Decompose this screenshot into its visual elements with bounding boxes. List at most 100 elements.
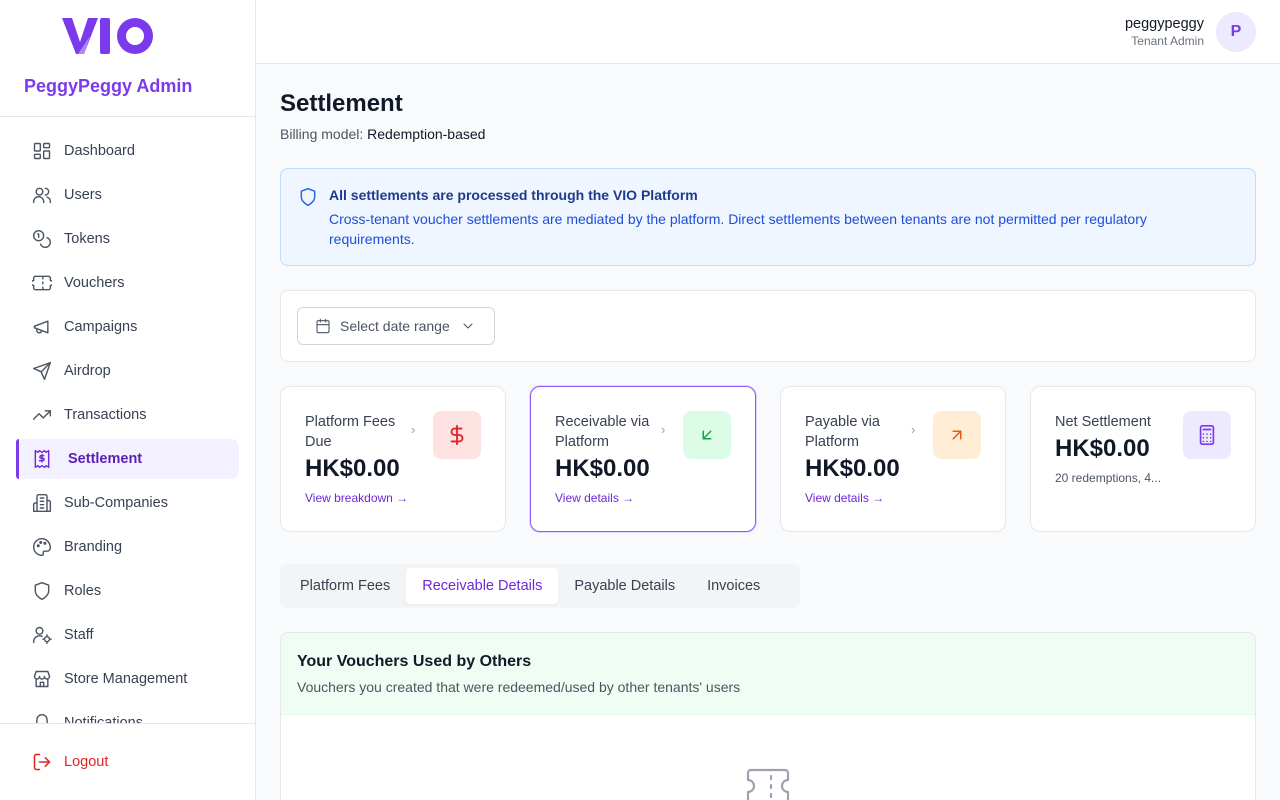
chevron-right-icon: › bbox=[911, 422, 916, 437]
tab-payable-details[interactable]: Payable Details bbox=[558, 568, 691, 604]
main-content: Settlement Billing model: Redemption-bas… bbox=[280, 64, 1256, 800]
date-range-picker[interactable]: Select date range bbox=[297, 307, 495, 345]
card-label: Platform Fees Due bbox=[305, 414, 396, 450]
sidebar-item-label: Store Management bbox=[64, 671, 188, 687]
calendar-icon bbox=[316, 318, 330, 334]
card-value: HK$0.00 bbox=[1055, 435, 1150, 462]
logout-label: Logout bbox=[64, 754, 109, 770]
tab-invoices[interactable]: Invoices bbox=[691, 568, 776, 604]
sidebar-footer: Logout bbox=[0, 723, 255, 800]
filter-bar: Select date range bbox=[280, 290, 1256, 362]
net-settlement-card: Net Settlement HK$0.00 20 redemptions, 4… bbox=[1030, 386, 1256, 532]
shield-icon bbox=[32, 581, 52, 601]
sidebar-item-label: Settlement bbox=[68, 451, 143, 467]
brand-header: PeggyPeggy Admin bbox=[0, 0, 255, 117]
billing-model: Billing model: Redemption-based bbox=[280, 126, 485, 142]
sidebar-item-sub-companies[interactable]: Sub-Companies bbox=[16, 483, 239, 523]
info-banner-title: All settlements are processed through th… bbox=[329, 187, 698, 203]
panel-subtitle: Vouchers you created that were redeemed/… bbox=[297, 679, 741, 695]
sidebar-item-label: Sub-Companies bbox=[64, 495, 168, 511]
card-label: Payable via Platform bbox=[805, 414, 880, 450]
sidebar-item-airdrop[interactable]: Airdrop bbox=[16, 351, 239, 391]
tab-receivable-details[interactable]: Receivable Details bbox=[406, 568, 559, 604]
sidebar-item-settlement[interactable]: Settlement bbox=[16, 439, 239, 479]
sidebar-item-transactions[interactable]: Transactions bbox=[16, 395, 239, 435]
sidebar-item-label: Campaigns bbox=[64, 319, 138, 335]
sidebar-item-label: Transactions bbox=[64, 407, 147, 423]
send-icon bbox=[32, 361, 52, 381]
sidebar-item-store-management[interactable]: Store Management bbox=[16, 659, 239, 699]
chevron-right-icon: › bbox=[411, 422, 416, 437]
chevron-down-icon bbox=[463, 323, 473, 329]
calculator-icon bbox=[1183, 411, 1231, 459]
sidebar-item-campaigns[interactable]: Campaigns bbox=[16, 307, 239, 347]
sidebar-item-label: Staff bbox=[64, 627, 94, 643]
user-name: peggypeggy bbox=[1124, 16, 1204, 32]
store-icon bbox=[32, 669, 52, 689]
topbar: peggypeggy Tenant Admin P bbox=[256, 0, 1280, 64]
billing-model-value: Redemption-based bbox=[367, 126, 486, 142]
receivable-card[interactable]: Receivable via Platform › HK$0.00 View d… bbox=[530, 386, 756, 532]
sidebar-item-vouchers[interactable]: Vouchers bbox=[16, 263, 239, 303]
view-details-link[interactable]: View details → bbox=[805, 491, 884, 505]
page-title: Settlement bbox=[280, 90, 403, 117]
users-icon bbox=[32, 185, 52, 205]
billing-model-label: Billing model: bbox=[280, 126, 364, 142]
sidebar-item-roles[interactable]: Roles bbox=[16, 571, 239, 611]
sidebar-item-notifications[interactable]: Notifications bbox=[16, 703, 239, 723]
date-range-placeholder: Select date range bbox=[340, 318, 450, 334]
sidebar-item-label: Airdrop bbox=[64, 363, 111, 379]
payable-card[interactable]: Payable via Platform › HK$0.00 View deta… bbox=[780, 386, 1006, 532]
sidebar-item-label: Notifications bbox=[64, 715, 143, 723]
sidebar-item-users[interactable]: Users bbox=[16, 175, 239, 215]
building-icon bbox=[32, 493, 52, 513]
summary-cards: Platform Fees Due › HK$0.00 View breakdo… bbox=[280, 386, 1256, 532]
logout-button[interactable]: Logout bbox=[32, 752, 108, 772]
sidebar: PeggyPeggy Admin Dashboard Users Tokens … bbox=[0, 0, 256, 800]
sidebar-item-label: Dashboard bbox=[64, 143, 135, 159]
sidebar-item-staff[interactable]: Staff bbox=[16, 615, 239, 655]
sidebar-item-label: Branding bbox=[64, 539, 123, 555]
sidebar-item-tokens[interactable]: Tokens bbox=[16, 219, 239, 259]
panel-header: Your Vouchers Used by Others Vouchers yo… bbox=[281, 633, 1255, 715]
dashboard-icon bbox=[32, 141, 52, 161]
brand-name: PeggyPeggy Admin bbox=[24, 76, 193, 96]
avatar[interactable]: P bbox=[1216, 12, 1256, 52]
arrow-up-right-icon bbox=[933, 411, 981, 459]
bell-icon bbox=[32, 713, 52, 723]
user-role: Tenant Admin bbox=[1131, 34, 1204, 48]
user-cog-icon bbox=[32, 625, 52, 645]
arrow-down-left-icon bbox=[683, 411, 731, 459]
ticket-icon bbox=[32, 273, 52, 293]
sidebar-item-label: Users bbox=[64, 187, 102, 203]
platform-fees-card[interactable]: Platform Fees Due › HK$0.00 View breakdo… bbox=[280, 386, 506, 532]
sidebar-item-label: Roles bbox=[64, 583, 102, 599]
megaphone-icon bbox=[32, 317, 52, 337]
panel-title: Your Vouchers Used by Others bbox=[297, 653, 532, 670]
tab-platform-fees[interactable]: Platform Fees bbox=[284, 568, 406, 604]
trending-up-icon bbox=[32, 405, 52, 425]
sidebar-item-branding[interactable]: Branding bbox=[16, 527, 239, 567]
vio-logo bbox=[62, 18, 153, 54]
info-banner: All settlements are processed through th… bbox=[280, 168, 1256, 266]
card-subtext: 20 redemptions, 4... bbox=[1055, 471, 1162, 485]
info-banner-body: Cross-tenant voucher settlements are med… bbox=[329, 211, 1147, 247]
sidebar-nav: Dashboard Users Tokens Vouchers Campaign… bbox=[16, 131, 239, 723]
ticket-icon bbox=[745, 767, 791, 800]
sidebar-item-label: Tokens bbox=[64, 231, 110, 247]
card-label: Receivable via Platform bbox=[555, 414, 650, 450]
sidebar-item-label: Vouchers bbox=[64, 275, 125, 291]
receipt-icon bbox=[32, 449, 52, 469]
card-label: Net Settlement bbox=[1055, 414, 1151, 430]
user-info: peggypeggy Tenant Admin bbox=[1125, 16, 1204, 48]
dollar-icon bbox=[433, 411, 481, 459]
card-value: HK$0.00 bbox=[805, 455, 900, 482]
receivable-details-panel: Your Vouchers Used by Others Vouchers yo… bbox=[280, 632, 1256, 800]
logout-icon bbox=[33, 753, 51, 771]
view-breakdown-link[interactable]: View breakdown → bbox=[305, 491, 408, 505]
sidebar-item-dashboard[interactable]: Dashboard bbox=[16, 131, 239, 171]
settlement-tabs: Platform Fees Receivable Details Payable… bbox=[280, 564, 800, 608]
view-details-link[interactable]: View details → bbox=[555, 491, 634, 505]
user-menu[interactable]: peggypeggy Tenant Admin P bbox=[1125, 12, 1256, 52]
palette-icon bbox=[32, 537, 52, 557]
